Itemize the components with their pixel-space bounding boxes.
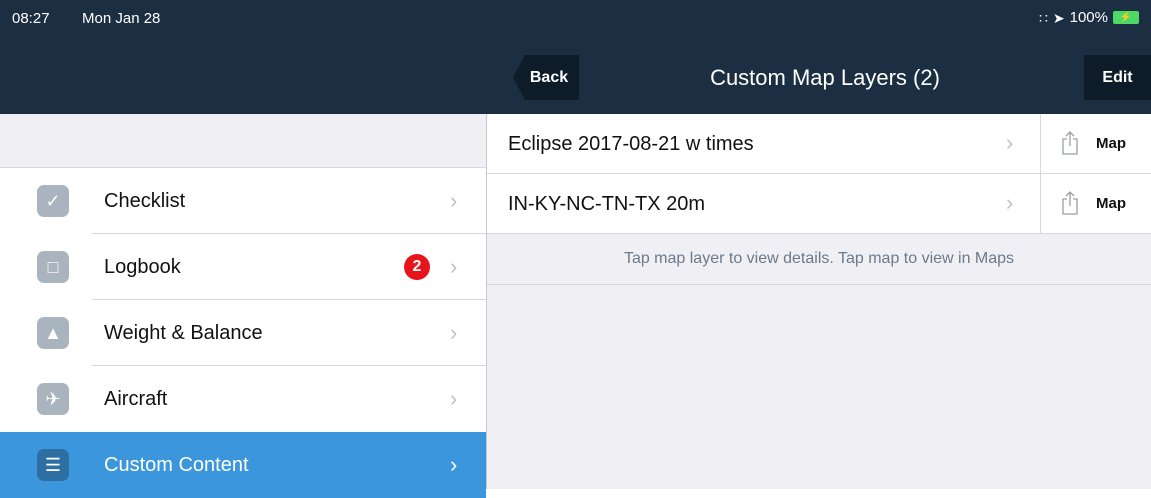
- status-indicators: ∷ ➤ 100% ⚡: [1039, 9, 1139, 26]
- sidebar-header: [0, 114, 486, 168]
- map-layer-row[interactable]: Eclipse 2017-08-21 w times › Map: [487, 114, 1151, 174]
- chevron-right-icon: ›: [450, 188, 458, 213]
- sidebar-item-custom-content[interactable]: ☰ Custom Content ›: [0, 432, 486, 498]
- battery-percent: 100%: [1069, 9, 1108, 26]
- book-icon: □: [37, 251, 69, 283]
- sidebar: ✓ Checklist › □ Logbook 2 › ▲ Weight & B…: [0, 114, 487, 498]
- chevron-right-icon: ›: [450, 254, 458, 279]
- wifi-icon: ∷: [1038, 9, 1048, 26]
- share-icon[interactable]: [1060, 191, 1080, 215]
- sidebar-item-weight-balance[interactable]: ▲ Weight & Balance ›: [0, 300, 486, 366]
- chevron-right-icon: ›: [1006, 190, 1014, 215]
- weight-icon: ▲: [37, 317, 69, 349]
- chevron-right-icon: ›: [450, 320, 458, 345]
- hint-text: Tap map layer to view details. Tap map t…: [487, 234, 1151, 285]
- page-title: Custom Map Layers (2): [710, 65, 940, 90]
- map-button[interactable]: Map: [1096, 135, 1126, 152]
- charging-icon: ⚡: [1119, 12, 1133, 23]
- location-icon: ➤: [1052, 9, 1065, 26]
- sidebar-item-label: Custom Content: [104, 453, 249, 476]
- airplane-icon: ✈: [37, 383, 69, 415]
- status-date: Mon Jan 28: [82, 10, 161, 27]
- sidebar-item-label: Aircraft: [104, 387, 168, 410]
- map-button[interactable]: Map: [1096, 195, 1126, 212]
- chevron-right-icon: ›: [1006, 130, 1014, 155]
- battery-icon: ⚡: [1113, 11, 1139, 24]
- sidebar-item-label: Weight & Balance: [104, 321, 263, 344]
- checkmark-icon: ✓: [37, 185, 69, 217]
- map-layer-name: IN-KY-NC-TN-TX 20m: [508, 193, 706, 215]
- share-icon[interactable]: [1060, 131, 1080, 155]
- document-icon: ☰: [37, 449, 69, 481]
- divider: [1040, 114, 1041, 173]
- map-layer-row[interactable]: IN-KY-NC-TN-TX 20m › Map: [487, 174, 1151, 234]
- sidebar-item-logbook[interactable]: □ Logbook 2 ›: [0, 234, 486, 300]
- status-time: 08:27: [12, 10, 50, 27]
- map-layers-panel: Eclipse 2017-08-21 w times › Map IN-KY-N…: [487, 114, 1151, 489]
- edit-button[interactable]: Edit: [1084, 55, 1151, 100]
- back-button[interactable]: Back: [513, 55, 579, 100]
- chevron-right-icon: ›: [450, 386, 458, 411]
- sidebar-item-aircraft[interactable]: ✈ Aircraft ›: [0, 366, 486, 432]
- sidebar-item-label: Logbook: [104, 255, 181, 278]
- sidebar-item-checklist[interactable]: ✓ Checklist ›: [0, 168, 486, 234]
- header-bar: 08:27 Mon Jan 28 ∷ ➤ 100% ⚡ Back Custom …: [0, 0, 1151, 114]
- divider: [1040, 174, 1041, 233]
- map-layer-name: Eclipse 2017-08-21 w times: [508, 133, 754, 155]
- chevron-right-icon: ›: [450, 452, 458, 477]
- sidebar-item-label: Checklist: [104, 189, 186, 212]
- notification-badge: 2: [404, 254, 430, 280]
